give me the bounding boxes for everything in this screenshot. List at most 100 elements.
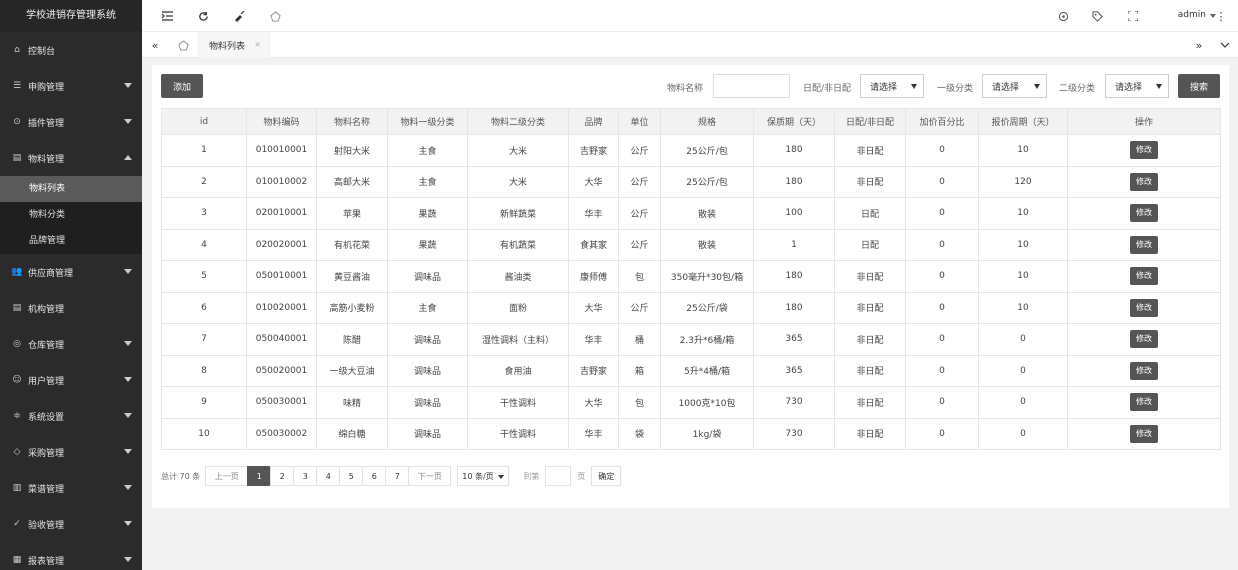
clear-cache-icon[interactable] xyxy=(232,9,246,23)
action-cell: 修改 xyxy=(1067,417,1221,450)
page-button-6[interactable]: 6 xyxy=(362,466,387,486)
theme-icon[interactable] xyxy=(1056,9,1070,23)
sidebar-item-procurement[interactable]: ◇ 采购管理 xyxy=(0,434,142,470)
close-icon[interactable]: × xyxy=(254,40,261,49)
sidebar-subitem-material-category[interactable]: 物料分类 xyxy=(0,202,142,228)
table-cell: 射阳大米 xyxy=(316,134,388,167)
edit-button[interactable]: 修改 xyxy=(1130,141,1158,160)
user-menu[interactable]: admin xyxy=(1178,10,1206,20)
home-icon[interactable] xyxy=(176,38,190,52)
tabs-left-icon[interactable]: « xyxy=(148,38,162,52)
goto-page-input[interactable] xyxy=(545,466,572,486)
page-button-3[interactable]: 3 xyxy=(293,466,318,486)
more-icon[interactable]: ⋮ xyxy=(1214,9,1228,23)
sidebar-item-organizations[interactable]: ▤ 机构管理 xyxy=(0,290,142,326)
table-cell: 010020001 xyxy=(246,291,317,324)
daily-select[interactable]: 请选择 xyxy=(860,74,924,98)
sidebar-item-suppliers[interactable]: 👥 供应商管理 xyxy=(0,254,142,290)
location-icon: ◎ xyxy=(13,339,21,349)
chevron-down-icon xyxy=(124,449,132,454)
edit-button[interactable]: 修改 xyxy=(1130,235,1158,254)
table-cell: 180 xyxy=(753,291,835,324)
table-cell: 0 xyxy=(905,260,979,293)
page-button-4[interactable]: 4 xyxy=(316,466,341,486)
table-cell: 散装 xyxy=(660,197,754,230)
tabs-dropdown-icon[interactable] xyxy=(1218,38,1232,52)
tab-material-list[interactable]: 物料列表 × xyxy=(198,32,270,58)
list-icon: ☰ xyxy=(12,81,22,91)
refresh-icon[interactable] xyxy=(196,9,210,23)
chevron-down-icon xyxy=(124,413,132,418)
chevron-down-icon xyxy=(1156,84,1162,89)
action-cell: 修改 xyxy=(1067,134,1221,167)
sidebar-item-label: 验收管理 xyxy=(28,520,65,531)
sidebar-item-users[interactable]: ☺ 用户管理 xyxy=(0,362,142,398)
chevron-down-icon xyxy=(124,119,132,124)
collapse-menu-icon[interactable] xyxy=(160,9,174,23)
sidebar: 学校进销存管理系统 ⌂ 控制台 ☰ 申购管理 ⊙ 插件管理 ▤ 物料管理 物料列… xyxy=(0,0,142,570)
sidebar-item-purchase-request[interactable]: ☰ 申购管理 xyxy=(0,68,142,104)
prev-page-button[interactable]: 上一页 xyxy=(205,466,249,486)
page-button-7[interactable]: 7 xyxy=(385,466,410,486)
table-cell: 调味品 xyxy=(387,260,468,293)
table-cell: 010010002 xyxy=(246,165,317,198)
edit-button[interactable]: 修改 xyxy=(1130,361,1158,380)
table-cell: 大华 xyxy=(568,386,619,419)
chevron-up-icon xyxy=(124,155,132,160)
goto-confirm-button[interactable]: 确定 xyxy=(591,466,622,486)
total-count: 总计 70 条 xyxy=(161,471,201,481)
table-cell: 10 xyxy=(978,291,1068,324)
settings-icon: ≑ xyxy=(13,411,21,421)
search-button[interactable]: 搜索 xyxy=(1178,74,1220,98)
edit-button[interactable]: 修改 xyxy=(1130,267,1158,286)
add-button[interactable]: 添加 xyxy=(161,74,203,98)
table-cell: 公斤 xyxy=(618,134,661,167)
next-page-button[interactable]: 下一页 xyxy=(408,466,452,486)
table-cell: 调味品 xyxy=(387,417,468,450)
action-cell: 修改 xyxy=(1067,386,1221,419)
table-cell: 120 xyxy=(978,165,1068,198)
doc-icon: ▤ xyxy=(12,153,22,163)
sidebar-item-materials[interactable]: ▤ 物料管理 xyxy=(0,140,142,176)
sidebar-subitem-brand[interactable]: 品牌管理 xyxy=(0,228,142,254)
page-button-2[interactable]: 2 xyxy=(270,466,295,486)
pagination: 总计 70 条 上一页 1 2 3 4 5 6 7 下一页 10 条/页 到第 … xyxy=(161,466,622,486)
table-cell: 包 xyxy=(618,260,661,293)
sidebar-item-plugins[interactable]: ⊙ 插件管理 xyxy=(0,104,142,140)
sidebar-item-acceptance[interactable]: ✓ 验收管理 xyxy=(0,506,142,542)
edit-button[interactable]: 修改 xyxy=(1130,424,1158,443)
sidebar-item-reports[interactable]: ▦ 报表管理 xyxy=(0,542,142,570)
tabs-right-icon[interactable]: » xyxy=(1192,38,1206,52)
sidebar-item-label: 控制台 xyxy=(28,46,56,57)
sidebar-item-dashboard[interactable]: ⌂ 控制台 xyxy=(0,32,142,68)
sidebar-item-warehouse[interactable]: ◎ 仓库管理 xyxy=(0,326,142,362)
page-size-select[interactable]: 10 条/页 xyxy=(457,466,510,486)
edit-button[interactable]: 修改 xyxy=(1130,298,1158,317)
edit-button[interactable]: 修改 xyxy=(1130,330,1158,349)
column-header: 品牌 xyxy=(568,108,619,135)
page-button-5[interactable]: 5 xyxy=(339,466,364,486)
sidebar-item-recipes[interactable]: ▥ 菜谱管理 xyxy=(0,470,142,506)
page-button-1[interactable]: 1 xyxy=(247,466,272,486)
home-icon: ⌂ xyxy=(14,45,20,55)
material-name-input[interactable] xyxy=(713,74,790,98)
sidebar-item-settings[interactable]: ≑ 系统设置 xyxy=(0,398,142,434)
edit-button[interactable]: 修改 xyxy=(1130,204,1158,223)
table-cell: 365 xyxy=(753,323,835,356)
edit-button[interactable]: 修改 xyxy=(1130,393,1158,412)
daily-select-value: 请选择 xyxy=(870,82,898,93)
column-header: 物料一级分类 xyxy=(387,108,468,135)
home-icon[interactable] xyxy=(268,9,282,23)
table-cell: 苹果 xyxy=(316,197,388,230)
category1-select[interactable]: 请选择 xyxy=(982,74,1047,98)
table-cell: 果蔬 xyxy=(387,197,468,230)
category2-select[interactable]: 请选择 xyxy=(1105,74,1169,98)
chart-icon: ▦ xyxy=(12,555,22,565)
edit-button[interactable]: 修改 xyxy=(1130,172,1158,191)
table-cell: 5升*4桶/箱 xyxy=(660,354,754,387)
table-cell: 食其家 xyxy=(568,228,619,261)
fullscreen-icon[interactable] xyxy=(1126,9,1140,23)
chevron-down-icon xyxy=(498,475,505,479)
sidebar-subitem-material-list[interactable]: 物料列表 xyxy=(0,176,142,202)
tag-icon[interactable] xyxy=(1090,9,1104,23)
